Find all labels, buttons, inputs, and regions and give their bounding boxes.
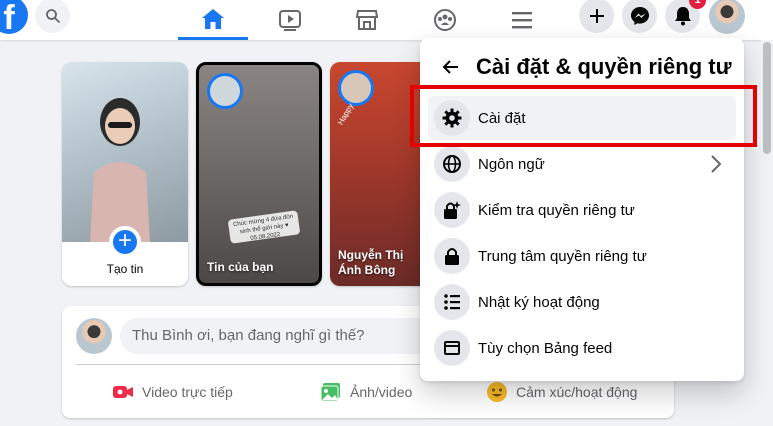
feeling-activity-label: Cảm xúc/hoạt động (516, 384, 638, 400)
profile-photo (62, 62, 188, 242)
menu-item-label: Ngôn ngữ (478, 155, 545, 173)
store-icon (355, 10, 379, 30)
photo-video-button[interactable]: Ảnh/video (320, 376, 412, 408)
live-video-button[interactable]: Video trực tiếp (112, 376, 233, 408)
feed-icon (434, 330, 470, 366)
highlight-box (410, 85, 757, 147)
menu-item-activity-log[interactable]: Nhật ký hoạt động (428, 280, 736, 324)
menu-item-privacy-checkup[interactable]: Kiểm tra quyền riêng tư (428, 188, 736, 232)
create-button[interactable] (579, 0, 614, 33)
menu-item-language[interactable]: Ngôn ngữ (428, 142, 736, 186)
logo-letter: f (3, 0, 15, 37)
composer-avatar[interactable] (76, 318, 112, 354)
lock-icon (434, 238, 470, 274)
person-silhouette (90, 98, 150, 242)
lock-check-icon (434, 192, 470, 228)
notification-count-badge: 1 (689, 0, 706, 9)
menu-item-privacy-center[interactable]: Trung tâm quyền riêng tư (428, 234, 736, 278)
hamburger-menu-icon (512, 12, 532, 29)
friend-story-card[interactable]: Happy Nguyễn Thị Ánh Bông (330, 62, 422, 286)
page-scrollbar[interactable] (761, 40, 773, 426)
plus-icon (589, 8, 604, 23)
back-button[interactable] (436, 52, 466, 82)
nav-watch[interactable] (255, 0, 325, 40)
search-button[interactable] (35, 0, 70, 33)
create-story-label: Tạo tin (106, 262, 144, 276)
bell-icon (674, 6, 691, 25)
groups-icon (434, 9, 456, 31)
scrollbar-thumb[interactable] (763, 42, 771, 154)
your-story-card[interactable]: Chúc mừng 4 đứa đón sinh thể giới này ♥ … (196, 62, 322, 286)
menu-item-label: Nhật ký hoạt động (478, 293, 600, 311)
top-navigation-bar: f 1 (0, 0, 773, 40)
chevron-right-icon (711, 155, 722, 173)
menu-item-feed-preferences[interactable]: Tùy chọn Bảng feed (428, 326, 736, 370)
notifications-button[interactable]: 1 (665, 0, 706, 33)
add-story-plus-icon[interactable]: + (109, 226, 141, 258)
feeling-icon (486, 382, 508, 402)
your-story-label: Tin của bạn (207, 260, 274, 274)
video-play-icon (279, 10, 301, 31)
friend-story-label: Nguyễn Thị Ánh Bông (338, 248, 404, 277)
messenger-button[interactable] (622, 0, 657, 33)
globe-icon (434, 146, 470, 182)
home-icon (202, 8, 224, 29)
menu-item-label: Kiểm tra quyền riêng tư (478, 201, 635, 219)
dropdown-title: Cài đặt & quyền riêng tư (476, 54, 732, 79)
nav-home[interactable] (178, 0, 248, 40)
story-avatar (207, 73, 243, 109)
photo-icon (320, 382, 342, 402)
live-video-label: Video trực tiếp (142, 384, 233, 400)
friend-story-caption: Happy (336, 101, 356, 127)
create-story-card[interactable]: + Tạo tin (62, 62, 188, 286)
account-avatar[interactable] (709, 0, 745, 34)
list-icon (434, 284, 470, 320)
nav-marketplace[interactable] (332, 0, 402, 40)
nav-menu[interactable] (487, 0, 557, 40)
photo-video-label: Ảnh/video (350, 384, 413, 400)
nav-groups[interactable] (410, 0, 480, 40)
messenger-icon (630, 6, 649, 25)
menu-item-label: Tùy chọn Bảng feed (478, 339, 613, 357)
facebook-logo[interactable]: f (0, 0, 28, 37)
live-video-icon (112, 382, 134, 402)
friend-story-avatar (338, 70, 374, 106)
back-arrow-icon (442, 60, 458, 74)
story-sticker-text: Chúc mừng 4 đứa đón sinh thể giới này ♥ … (227, 210, 301, 244)
menu-item-label: Trung tâm quyền riêng tư (478, 247, 647, 265)
search-icon (45, 8, 60, 23)
